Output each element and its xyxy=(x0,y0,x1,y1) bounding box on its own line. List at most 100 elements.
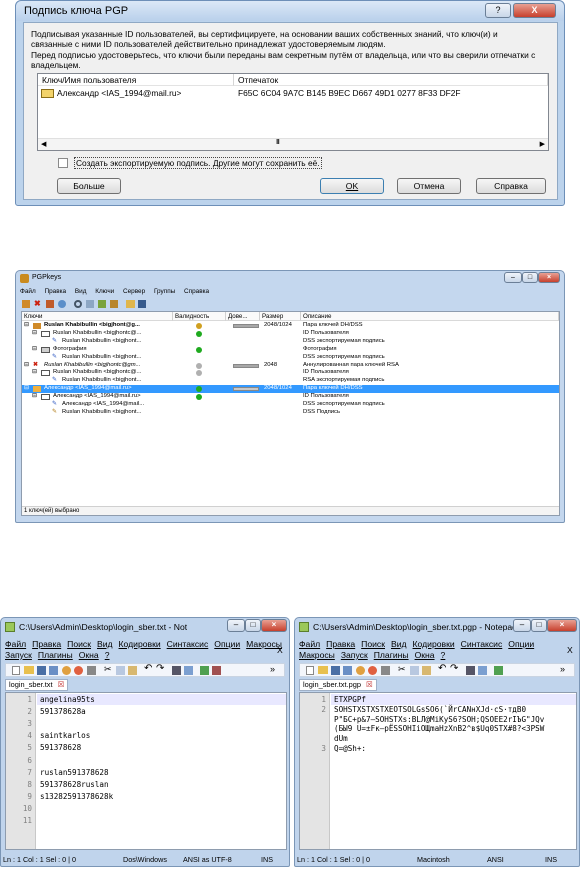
save-all-icon[interactable] xyxy=(49,666,58,675)
print-icon[interactable] xyxy=(381,666,390,675)
zoom-out-icon[interactable] xyxy=(212,666,221,675)
copy-icon[interactable] xyxy=(410,666,419,675)
new-key-icon[interactable] xyxy=(22,300,30,308)
new-file-icon[interactable] xyxy=(12,666,20,675)
np2-editor[interactable]: 1 ETXPGPf 2 SOHSTXSTXSTXEOTSOLGsSO6(`ЙrCANн… xyxy=(299,692,577,850)
key-row[interactable]: ⊟ Фотография Фотография xyxy=(22,346,559,354)
expand-icon[interactable]: ⊟ xyxy=(32,369,37,377)
menu-help[interactable]: ? xyxy=(105,650,110,660)
get-key-icon[interactable] xyxy=(110,300,118,308)
close-all-icon[interactable] xyxy=(74,666,83,675)
minimize-icon[interactable]: – xyxy=(513,619,531,632)
key-row[interactable]: ✎ Александр <IAS_1994@mail... DSS экспор… xyxy=(22,401,559,409)
search-icon[interactable] xyxy=(74,300,82,308)
help-button[interactable]: Справка xyxy=(476,178,546,194)
menu-options[interactable]: Опции xyxy=(214,639,240,649)
col-fingerprint-header[interactable]: Отпечаток xyxy=(234,74,548,86)
toolbar-overflow-icon[interactable]: » xyxy=(270,664,275,674)
menu-view[interactable]: Вид xyxy=(97,639,113,649)
menu-syntax[interactable]: Синтаксис xyxy=(461,639,503,649)
save-all-icon[interactable] xyxy=(343,666,352,675)
save-icon[interactable] xyxy=(37,666,46,675)
np1-tab[interactable]: login_sber.txt ☒ xyxy=(5,679,69,691)
menu-search[interactable]: Поиск xyxy=(361,639,385,649)
menu-groups[interactable]: Группы xyxy=(154,288,175,295)
undo-icon[interactable]: ↶ xyxy=(144,663,152,674)
header-trust[interactable]: Дове... xyxy=(226,312,260,321)
tab-close-icon[interactable]: ☒ xyxy=(366,680,373,689)
keys-tree[interactable]: Ключи Валидность Дове... Размер Описание… xyxy=(21,311,560,516)
key-row-selected[interactable]: ⊟ Александр <IAS_1994@mail.ru> 2048/1024… xyxy=(22,385,559,394)
scroll-thumb[interactable]: III xyxy=(276,139,280,146)
menu-edit[interactable]: Правка xyxy=(45,288,67,295)
header-size[interactable]: Размер xyxy=(260,312,301,321)
header-keys[interactable]: Ключи xyxy=(22,312,173,321)
expand-icon[interactable]: ⊟ xyxy=(24,385,29,393)
expand-icon[interactable]: ⊟ xyxy=(32,330,37,338)
key-row[interactable]: ⊟ Ruslan Khabibullin <bigjhontc@... ID П… xyxy=(22,369,559,377)
menu-help[interactable]: Справка xyxy=(184,288,209,295)
sign-icon[interactable] xyxy=(46,300,54,308)
menu-encoding[interactable]: Кодировки xyxy=(413,639,455,649)
expand-icon[interactable]: ⊟ xyxy=(32,393,37,401)
close-file-icon[interactable] xyxy=(356,666,365,675)
replace-icon[interactable] xyxy=(184,666,193,675)
cut-icon[interactable]: ✂ xyxy=(104,664,112,675)
delete-icon[interactable]: ✖ xyxy=(34,299,41,309)
header-validity[interactable]: Валидность xyxy=(173,312,226,321)
key-row[interactable]: ⊟ Александр <IAS_1994@mail.ru> ID Пользо… xyxy=(22,393,559,401)
key-row[interactable]: ✎ Ruslan Khabibullin <bigjhont... RSA эк… xyxy=(22,377,559,385)
menu-search[interactable]: Поиск xyxy=(67,639,91,649)
replace-icon[interactable] xyxy=(478,666,487,675)
menu-encoding[interactable]: Кодировки xyxy=(119,639,161,649)
open-file-icon[interactable] xyxy=(24,666,34,674)
paste-icon[interactable] xyxy=(422,666,431,675)
close-document-button[interactable]: X xyxy=(567,645,573,655)
close-document-button[interactable]: X xyxy=(277,645,283,655)
zoom-in-icon[interactable] xyxy=(200,666,209,675)
key-row[interactable]: ⊟ Ruslan Khabibullin <bigjhontc@... ID П… xyxy=(22,330,559,338)
menu-windows[interactable]: Окна xyxy=(79,650,99,660)
redo-icon[interactable]: ↷ xyxy=(450,663,458,674)
expand-icon[interactable]: ⊟ xyxy=(24,362,29,370)
menu-help[interactable]: ? xyxy=(441,650,446,660)
key-row[interactable]: ✎ Ruslan Khabibullin <bigjhont... DSS эк… xyxy=(22,338,559,346)
maximize-icon[interactable]: □ xyxy=(531,619,547,632)
menu-windows[interactable]: Окна xyxy=(415,650,435,660)
open-file-icon[interactable] xyxy=(318,666,328,674)
np2-tab[interactable]: login_sber.txt.pgp ☒ xyxy=(299,679,377,691)
close-button[interactable]: X xyxy=(513,3,556,18)
minimize-icon[interactable]: – xyxy=(227,619,245,632)
undo-icon[interactable]: ↶ xyxy=(438,663,446,674)
copy-icon[interactable] xyxy=(116,666,125,675)
export-signature-checkbox[interactable] xyxy=(58,158,68,168)
minimize-icon[interactable]: – xyxy=(504,272,522,283)
menu-edit[interactable]: Правка xyxy=(32,639,61,649)
expand-icon[interactable]: ⊟ xyxy=(24,322,29,330)
scroll-right-arrow-icon[interactable]: ▶ xyxy=(540,140,545,148)
menu-options[interactable]: Опции xyxy=(508,639,534,649)
menu-plugins[interactable]: Плагины xyxy=(374,650,409,660)
header-description[interactable]: Описание xyxy=(301,312,559,321)
close-file-icon[interactable] xyxy=(62,666,71,675)
scroll-left-arrow-icon[interactable]: ◀ xyxy=(41,140,46,148)
menu-file[interactable]: Файл xyxy=(299,639,320,649)
menu-server[interactable]: Сервер xyxy=(123,288,145,295)
new-file-icon[interactable] xyxy=(306,666,314,675)
key-row[interactable]: ⊟ ✖ Ruslan Khabibullin <bigjhontc@gm... … xyxy=(22,362,559,370)
menu-plugins[interactable]: Плагины xyxy=(38,650,73,660)
menu-view[interactable]: Вид xyxy=(75,288,87,295)
print-icon[interactable] xyxy=(87,666,96,675)
menu-file[interactable]: Файл xyxy=(20,288,36,295)
close-all-icon[interactable] xyxy=(368,666,377,675)
expand-icon[interactable]: ⊟ xyxy=(32,346,37,354)
paste-icon[interactable] xyxy=(128,666,137,675)
menu-syntax[interactable]: Синтаксис xyxy=(167,639,209,649)
zoom-in-icon[interactable] xyxy=(494,666,503,675)
tab-close-icon[interactable]: ☒ xyxy=(58,680,65,689)
maximize-icon[interactable]: □ xyxy=(245,619,261,632)
maximize-icon[interactable]: □ xyxy=(522,272,538,283)
col-key-header[interactable]: Ключ/Имя пользователя xyxy=(38,74,234,86)
menu-edit[interactable]: Правка xyxy=(326,639,355,649)
more-button[interactable]: Больше xyxy=(57,178,121,194)
